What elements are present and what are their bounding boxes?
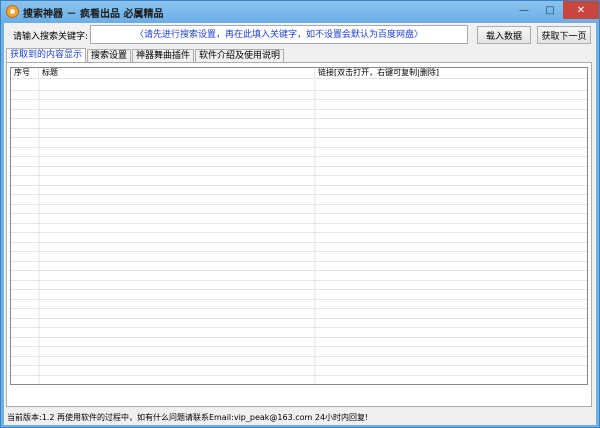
- close-button[interactable]: ✕: [563, 1, 599, 19]
- tab-panel-results: 序号 标题 链接[双击打开，右键可复制|删除]: [6, 62, 592, 407]
- column-header-title[interactable]: 标题: [39, 68, 315, 79]
- tab-strip: 获取到的内容显示 搜索设置 神器舞曲插件 软件介绍及使用说明: [6, 48, 285, 63]
- title-bar[interactable]: 搜索神器 － 疯看出品 必属精品 — □ ✕: [1, 1, 599, 23]
- list-header: 序号 标题 链接[双击打开，右键可复制|删除]: [11, 68, 587, 79]
- column-header-no[interactable]: 序号: [11, 68, 39, 79]
- results-list[interactable]: 序号 标题 链接[双击打开，右键可复制|删除]: [10, 67, 588, 385]
- app-logo-icon: [6, 5, 19, 18]
- column-header-link[interactable]: 链接[双击打开，右键可复制|删除]: [315, 68, 587, 79]
- minimize-button[interactable]: —: [511, 1, 537, 19]
- maximize-button[interactable]: □: [537, 1, 563, 19]
- app-window: 搜索神器 － 疯看出品 必属精品 — □ ✕ 请输入搜索关键字: 载入数据 获取…: [0, 0, 600, 428]
- tab-about-help[interactable]: 软件介绍及使用说明: [195, 49, 285, 63]
- tab-dance-plugin[interactable]: 神器舞曲插件: [132, 49, 195, 63]
- tab-search-settings[interactable]: 搜索设置: [87, 49, 132, 63]
- keyword-label: 请输入搜索关键字:: [13, 32, 89, 42]
- load-data-button[interactable]: 载入数据: [477, 26, 531, 44]
- tab-results[interactable]: 获取到的内容显示: [6, 48, 87, 63]
- list-grid: [11, 80, 587, 384]
- next-page-button[interactable]: 获取下一页: [537, 26, 591, 44]
- keyword-input[interactable]: [90, 25, 468, 44]
- window-title: 搜索神器 － 疯看出品 必属精品: [23, 9, 164, 20]
- status-bar: 当前版本:1.2 再使用软件的过程中，如有什么问题请联系Email:vip_pe…: [7, 413, 369, 422]
- client-area: 请输入搜索关键字: 载入数据 获取下一页 获取到的内容显示 搜索设置 神器舞曲插…: [4, 23, 596, 425]
